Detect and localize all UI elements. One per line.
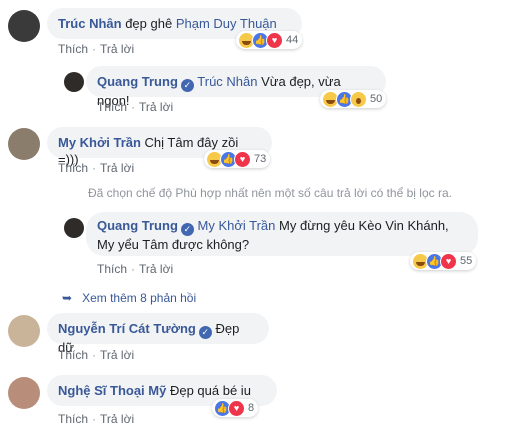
reaction-count: 73 [254, 153, 267, 165]
comment-actions: Thích · Trả lời [58, 42, 135, 56]
author-name[interactable]: Trúc Nhân [58, 16, 122, 31]
reaction-summary[interactable]: 👍 ♥ 8 [212, 399, 259, 417]
avatar[interactable] [8, 128, 40, 160]
reaction-count: 55 [460, 255, 473, 267]
like-button[interactable]: Thích [58, 412, 88, 426]
avatar[interactable] [8, 315, 40, 347]
more-replies-link[interactable]: ➥ Xem thêm 8 phản hồi [62, 291, 196, 305]
reaction-summary[interactable]: 👍 ♥ 44 [236, 31, 303, 49]
like-button[interactable]: Thích [97, 262, 127, 276]
reply-arrow-icon: ➥ [62, 291, 73, 305]
author-name[interactable]: Nghệ Sĩ Thoại Mỹ [58, 383, 166, 398]
author-name[interactable]: Quang Trung [97, 218, 178, 233]
verified-icon: ✓ [198, 326, 212, 339]
comment-actions: Thích · Trả lời [97, 100, 174, 114]
more-replies-label: Xem thêm 8 phản hồi [82, 291, 197, 305]
comment-bubble: Quang Trung ✓ My Khởi Trần My đừng yêu Kè… [86, 212, 478, 256]
avatar[interactable] [8, 10, 40, 42]
author-name[interactable]: My Khởi Trần [58, 135, 141, 150]
verified-icon: ✓ [180, 79, 194, 92]
reaction-summary[interactable]: 👍 50 [320, 90, 387, 108]
reaction-summary[interactable]: 👍 ♥ 73 [204, 150, 271, 168]
like-button[interactable]: Thích [97, 100, 127, 114]
tagged-name[interactable]: Trúc Nhân [197, 74, 257, 89]
love-icon: ♥ [440, 252, 457, 270]
comment-text-line2: My yểu Tâm được không? [97, 237, 250, 252]
tagged-name[interactable]: Phạm Duy Thuận [176, 16, 277, 31]
verified-icon: ✓ [180, 223, 194, 236]
comment-bubble: Nguyễn Trí Cát Tường ✓ Đẹp dữ [47, 313, 269, 355]
comment-actions: Thích · Trả lời [58, 161, 135, 175]
tagged-name[interactable]: My Khởi Trần [198, 218, 276, 233]
like-button[interactable]: Thích [58, 42, 88, 56]
author-name[interactable]: Nguyễn Trí Cát Tường [58, 321, 196, 336]
reply-button[interactable]: Trả lời [100, 412, 134, 426]
wow-icon [350, 90, 367, 108]
like-button[interactable]: Thích [58, 161, 88, 175]
filter-notice: Đã chọn chế độ Phù hợp nhất nên một số c… [88, 186, 452, 200]
love-icon: ♥ [234, 150, 251, 168]
reply-button[interactable]: Trả lời [139, 262, 173, 276]
reaction-count: 50 [370, 93, 383, 105]
reaction-count: 44 [286, 34, 299, 46]
love-icon: ♥ [266, 31, 283, 49]
comment-text-line1: My đừng yêu Kèo Vin Khánh, [279, 218, 449, 233]
reply-button[interactable]: Trả lời [139, 100, 173, 114]
comment-text: Đẹp quá bé iu [169, 383, 251, 398]
comment-actions: Thích · Trả lời [58, 348, 135, 362]
comment-text: đẹp ghê [125, 16, 173, 31]
reply-button[interactable]: Trả lời [100, 161, 134, 175]
author-name[interactable]: Quang Trung [97, 74, 178, 89]
like-button[interactable]: Thích [58, 348, 88, 362]
reaction-summary[interactable]: 👍 ♥ 55 [410, 252, 477, 270]
reply-button[interactable]: Trả lời [100, 348, 134, 362]
reaction-count: 8 [248, 402, 255, 414]
avatar[interactable] [64, 72, 84, 92]
reply-button[interactable]: Trả lời [100, 42, 134, 56]
love-icon: ♥ [228, 399, 245, 417]
comment-actions: Thích · Trả lời [97, 262, 174, 276]
comment-actions: Thích · Trả lời [58, 412, 135, 426]
avatar[interactable] [8, 377, 40, 409]
avatar[interactable] [64, 218, 84, 238]
